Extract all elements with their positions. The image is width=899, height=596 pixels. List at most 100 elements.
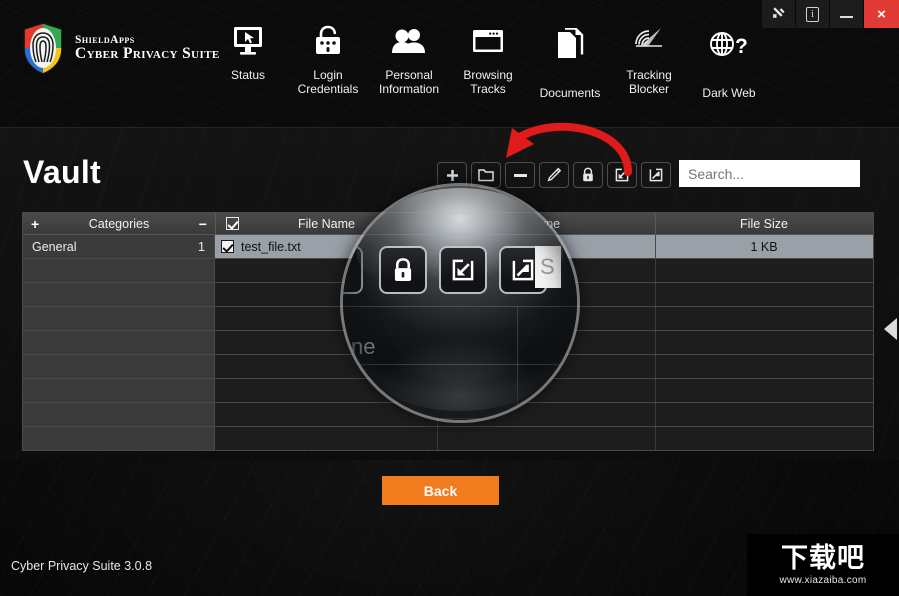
category-row-empty: [23, 259, 214, 283]
import-button[interactable]: [607, 162, 637, 188]
page-title: Vault: [23, 154, 101, 190]
plus-icon: [446, 169, 458, 181]
nav-item-dark-web[interactable]: ? Dark Web: [686, 22, 772, 100]
file-name-value: test_file.txt: [241, 239, 301, 254]
categories-column: General 1: [23, 235, 215, 451]
search-input[interactable]: [679, 160, 860, 187]
minimize-button[interactable]: [829, 0, 863, 28]
info-button[interactable]: i: [795, 0, 829, 28]
radar-icon: [631, 18, 667, 64]
close-button[interactable]: ×: [863, 0, 899, 28]
collapse-panel-arrow[interactable]: [884, 318, 897, 340]
nav-item-status[interactable]: Status: [205, 18, 291, 82]
table-row-empty: [215, 427, 873, 451]
nav-item-documents[interactable]: Documents: [527, 22, 613, 100]
nav-item-browsing-tracks[interactable]: Browsing Tracks: [445, 18, 531, 96]
categories-header: + Categories −: [23, 213, 215, 234]
lock-icon: [394, 257, 412, 281]
add-category-button[interactable]: +: [31, 216, 39, 232]
nav-label-personal-information: Personal Information: [379, 68, 439, 96]
minimize-icon: [840, 16, 853, 18]
brand-line-2: Cyber Privacy Suite: [75, 45, 220, 63]
nav-item-tracking-blocker[interactable]: Tracking Blocker: [606, 18, 692, 96]
file-size-header[interactable]: File Size: [655, 213, 872, 234]
category-row-empty: [23, 427, 214, 451]
file-size-value: 1 KB: [750, 239, 778, 254]
globe-question-icon: ?: [709, 22, 749, 68]
brand-text: ShieldApps Cyber Privacy Suite: [75, 34, 220, 62]
watermark-url: www.xiazaiba.com: [779, 575, 867, 586]
category-row-general[interactable]: General 1: [23, 235, 214, 259]
info-icon: i: [806, 6, 819, 22]
category-row-empty: [23, 379, 214, 403]
export-arrow-icon: [649, 168, 663, 182]
vault-toolbar: [437, 162, 671, 188]
magnified-ghost-text: ne: [351, 334, 376, 359]
nav-tracking-line1: Tracking: [626, 68, 672, 82]
magnified-partial-button: [343, 246, 363, 294]
file-size-header-label: File Size: [740, 216, 788, 231]
export-arrow-icon: [512, 259, 534, 281]
nav-label-tracking-blocker: Tracking Blocker: [626, 68, 672, 96]
magnifier-lens: ne S: [343, 186, 577, 420]
documents-icon: [555, 22, 585, 68]
select-all-checkbox[interactable]: [226, 217, 239, 230]
browser-window-icon: [470, 18, 506, 64]
nav-item-login-credentials[interactable]: Login Credentials: [285, 18, 371, 96]
category-count: 1: [198, 239, 205, 254]
nav-status-line1: Status: [230, 68, 266, 82]
two-users-icon: [390, 18, 428, 64]
nav-item-personal-information[interactable]: Personal Information: [366, 18, 452, 96]
tools-button[interactable]: [761, 0, 795, 28]
import-arrow-icon: [615, 168, 629, 182]
header-divider: [0, 127, 899, 128]
version-label: Cyber Privacy Suite 3.0.8: [11, 559, 153, 573]
edit-button[interactable]: [539, 162, 569, 188]
pencil-icon: [547, 167, 562, 182]
lock-icon: [583, 167, 593, 182]
category-row-empty: [23, 355, 214, 379]
category-row-empty: [23, 331, 214, 355]
nav-documents-line1: Documents: [539, 86, 601, 100]
close-icon: ×: [877, 5, 886, 23]
category-row-empty: [23, 307, 214, 331]
site-watermark: 下载吧 www.xiazaiba.com: [747, 534, 899, 596]
monitor-cursor-icon: [230, 18, 266, 64]
back-button[interactable]: Back: [382, 476, 499, 505]
lock-button[interactable]: [573, 162, 603, 188]
nav-label-documents: Documents: [540, 86, 601, 100]
app-window: i × ShieldApps Cyber Privacy Suite Statu…: [0, 0, 899, 596]
nav-label-browsing-tracks: Browsing Tracks: [463, 68, 512, 96]
watermark-cn-text: 下载吧: [781, 543, 865, 574]
svg-text:?: ?: [735, 35, 748, 58]
wrench-icon: [772, 7, 785, 19]
nav-login-line2: Credentials: [297, 82, 359, 96]
export-button[interactable]: [641, 162, 671, 188]
magnifier-content: ne S: [343, 186, 577, 420]
category-row-empty: [23, 403, 214, 427]
category-row-empty: [23, 283, 214, 307]
magnified-lock-button[interactable]: [379, 246, 427, 294]
nav-label-dark-web: Dark Web: [702, 86, 755, 100]
remove-category-button[interactable]: −: [199, 216, 207, 232]
nav-login-line1: Login: [313, 68, 343, 82]
nav-label-login-credentials: Login Credentials: [298, 68, 359, 96]
nav-personal-line2: Information: [378, 82, 440, 96]
remove-button[interactable]: [505, 162, 535, 188]
magnified-import-button[interactable]: [439, 246, 487, 294]
category-name: General: [32, 239, 77, 254]
add-button[interactable]: [437, 162, 467, 188]
row-checkbox[interactable]: [221, 240, 234, 253]
brand-logo-area: ShieldApps Cyber Privacy Suite: [22, 22, 220, 75]
nav-darkweb-line1: Dark Web: [702, 86, 756, 100]
categories-header-label: Categories: [88, 216, 150, 231]
nav-browsing-line2: Tracks: [470, 82, 506, 96]
minus-icon: [513, 173, 527, 177]
file-size-cell: 1 KB: [655, 235, 872, 258]
nav-browsing-line1: Browsing: [463, 68, 513, 82]
add-folder-button[interactable]: [471, 162, 501, 188]
nav-label-status: Status: [231, 68, 265, 82]
padlock-password-icon: [312, 18, 344, 64]
import-arrow-icon: [452, 259, 474, 281]
folder-icon: [478, 169, 494, 182]
